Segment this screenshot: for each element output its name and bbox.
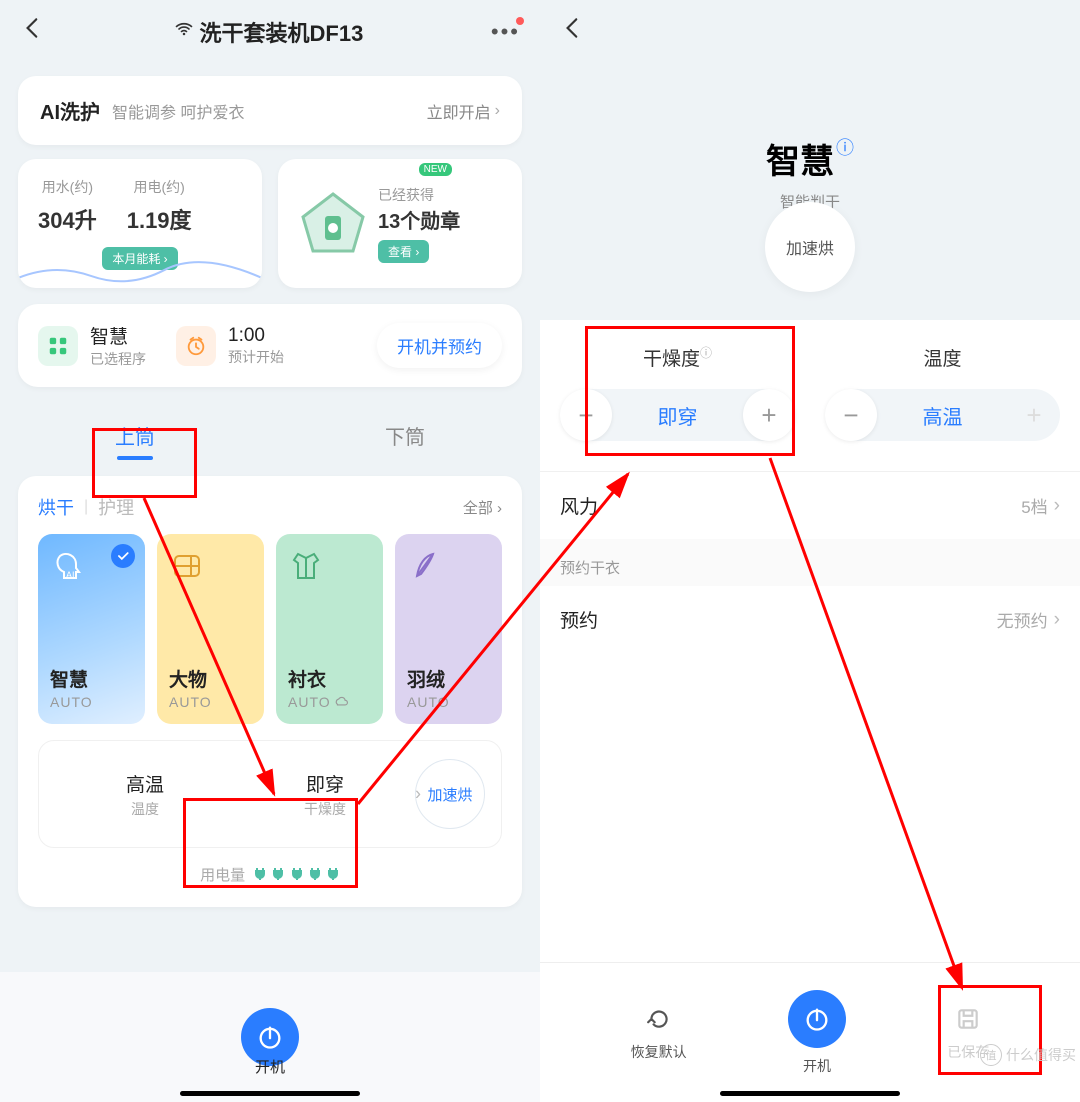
page-title: 洗干套装机DF13	[174, 16, 364, 48]
schedule-button[interactable]: 开机并预约	[377, 323, 502, 368]
program-icon	[38, 326, 78, 366]
separator: |	[84, 498, 88, 516]
speed-dry-chip[interactable]: 加速烘	[765, 202, 855, 292]
back-button[interactable]	[20, 15, 46, 49]
chevron-right-icon: ›	[1054, 495, 1060, 517]
plug-icons	[253, 866, 340, 884]
tab-lower-drum[interactable]: 下筒	[270, 407, 540, 464]
schedule-time-sub: 预计开始	[228, 347, 284, 367]
option-temp[interactable]: 高温 温度	[55, 770, 235, 819]
ai-subtitle: 智能调参 呵护爱衣	[112, 99, 427, 123]
watermark: 值 什么值得买	[980, 1044, 1076, 1066]
temp-adjuster: 温度 − 高温 +	[825, 344, 1060, 441]
program-smart[interactable]: AI 智慧 AUTO	[38, 534, 145, 724]
mode-title: 智慧	[766, 143, 834, 181]
chart-sparkline	[18, 258, 262, 288]
cloud-icon	[334, 695, 348, 709]
minus-button[interactable]: −	[560, 389, 612, 441]
ai-wash-card[interactable]: AI洗护 智能调参 呵护爱衣 立即开启 ›	[18, 76, 522, 145]
left-screen: 洗干套装机DF13 ••• AI洗护 智能调参 呵护爱衣 立即开启 › 用水(约…	[0, 0, 540, 1102]
power-label: 开机	[255, 1056, 285, 1077]
power-button[interactable]: 开机	[788, 990, 846, 1076]
wind-row[interactable]: 风力 5档 ›	[540, 471, 1080, 539]
shirt-icon	[288, 548, 324, 584]
pentagon-icon	[298, 189, 368, 259]
svg-text:AI: AI	[66, 570, 75, 580]
program-down[interactable]: 羽绒 AUTO	[395, 534, 502, 724]
feather-icon	[407, 548, 443, 584]
bottom-bar-right: 恢复默认 开机 已保存	[540, 962, 1080, 1102]
badge-label: 已经获得	[378, 185, 502, 205]
right-screen: 智慧ⓘ 智能判干 加速烘 干燥度ⓘ − 即穿 + 温度 − 高温 +	[540, 0, 1080, 1102]
settings-body: 干燥度ⓘ − 即穿 + 温度 − 高温 + 风力 5档 › 预约干衣	[540, 320, 1080, 653]
new-badge: NEW	[419, 163, 452, 176]
options-row: 高温 温度 即穿 干燥度 › 加速烘	[38, 740, 502, 848]
temp-value: 高温	[877, 401, 1008, 430]
ai-head-icon: AI	[50, 548, 86, 584]
energy-card[interactable]: 用水(约) 304升 用电(约) 1.19度 本月能耗 ›	[18, 159, 262, 288]
program-sub: 已选程序	[90, 349, 146, 369]
category-care[interactable]: 护理	[98, 494, 134, 520]
reserve-section-header: 预约干衣	[540, 539, 1080, 586]
minus-button[interactable]: −	[825, 389, 877, 441]
ai-action[interactable]: 立即开启	[427, 99, 491, 123]
power-icon	[788, 990, 846, 1048]
clock-icon	[176, 326, 216, 366]
more-button[interactable]: •••	[491, 19, 520, 45]
wifi-icon	[174, 19, 194, 45]
plus-button-disabled: +	[1008, 389, 1060, 441]
plus-button[interactable]: +	[743, 389, 795, 441]
view-badge-button[interactable]: 查看 ›	[378, 240, 429, 263]
header: 洗干套装机DF13 •••	[0, 0, 540, 64]
info-icon[interactable]: ⓘ	[700, 346, 712, 360]
info-icon[interactable]: ⓘ	[836, 138, 854, 158]
drum-tabs: 上筒 下筒	[0, 407, 540, 464]
schedule-card: 智慧 已选程序 1:00 预计开始 开机并预约	[18, 304, 522, 387]
chevron-right-icon: ›	[415, 784, 421, 805]
chevron-right-icon: ›	[1054, 609, 1060, 631]
back-button[interactable]	[560, 15, 586, 49]
reset-button[interactable]: 恢复默认	[631, 1004, 687, 1062]
badge-value: 13个勋章	[378, 205, 502, 234]
water-value: 304升	[38, 203, 97, 235]
reserve-row[interactable]: 预约 无预约 ›	[540, 586, 1080, 653]
undo-icon	[644, 1004, 674, 1034]
save-icon	[953, 1004, 983, 1034]
home-indicator[interactable]	[720, 1091, 900, 1096]
all-programs-button[interactable]: 全部 ›	[463, 497, 502, 518]
program-shirt[interactable]: 衬衣 AUTO	[276, 534, 383, 724]
home-indicator[interactable]	[180, 1091, 360, 1096]
ai-title: AI洗护	[40, 96, 100, 125]
water-label: 用水(约)	[42, 177, 93, 197]
dryness-value: 即穿	[612, 401, 743, 430]
stats-row: 用水(约) 304升 用电(约) 1.19度 本月能耗 › NEW 已经获得 1…	[18, 159, 522, 288]
program-name: 智慧	[90, 322, 146, 349]
temp-stepper: − 高温 +	[825, 389, 1060, 441]
bottom-bar-left: 开机	[0, 972, 540, 1102]
bedding-icon	[169, 548, 205, 584]
chevron-right-icon: ›	[495, 102, 500, 120]
program-panel: 烘干 | 护理 全部 › AI 智慧 AUTO 大物 AUTO 衬衣 AUTO	[18, 476, 522, 907]
category-dry[interactable]: 烘干	[38, 494, 74, 520]
power-value: 1.19度	[127, 203, 192, 235]
program-bulky[interactable]: 大物 AUTO	[157, 534, 264, 724]
right-header-area: 智慧ⓘ 智能判干 加速烘	[540, 0, 1080, 320]
dryness-adjuster: 干燥度ⓘ − 即穿 +	[560, 344, 795, 441]
option-dryness[interactable]: 即穿 干燥度 ›	[235, 770, 415, 819]
check-icon	[111, 544, 135, 568]
dryness-stepper: − 即穿 +	[560, 389, 795, 441]
badge-card[interactable]: NEW 已经获得 13个勋章 查看 ›	[278, 159, 522, 288]
power-usage-row: 用电量	[38, 864, 502, 885]
power-label: 用电(约)	[133, 177, 184, 197]
tab-upper-drum[interactable]: 上筒	[0, 407, 270, 464]
speed-dry-chip[interactable]: 加速烘	[415, 759, 485, 829]
schedule-time: 1:00	[228, 325, 284, 347]
